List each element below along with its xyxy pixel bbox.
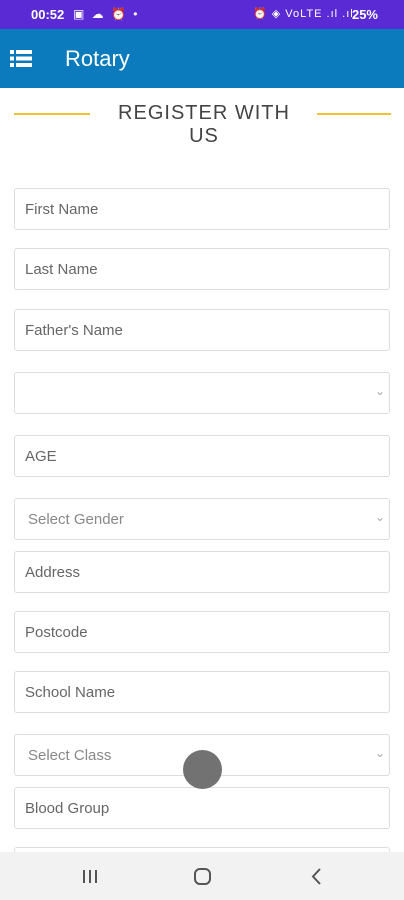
postcode-input[interactable] [14, 611, 390, 653]
gender-select[interactable]: Select Gender ⌄ [14, 498, 390, 540]
header-divider-left [14, 113, 90, 115]
chevron-down-icon: ⌄ [374, 384, 385, 398]
address-input[interactable] [14, 551, 390, 593]
notification-icons: ▣ ☁ ⏰ • [73, 7, 140, 21]
home-icon[interactable] [183, 864, 223, 888]
register-title: REGISTER WITH US [118, 102, 290, 147]
school-name-input[interactable] [14, 671, 390, 713]
first-name-input[interactable] [14, 188, 390, 230]
status-time: 00:52 [31, 7, 65, 22]
back-icon[interactable] [296, 864, 336, 888]
touch-indicator [183, 750, 222, 789]
chevron-down-icon: ⌄ [374, 746, 385, 760]
system-nav-bar [0, 852, 404, 900]
chevron-down-icon: ⌄ [374, 510, 385, 524]
fathers-name-input[interactable] [14, 309, 390, 351]
register-header: REGISTER WITH US [0, 98, 404, 147]
gender-select-value: Select Gender [28, 511, 124, 528]
unlabeled-select[interactable]: ⌄ [14, 372, 390, 414]
recents-icon[interactable] [70, 864, 110, 888]
app-bar: Rotary [0, 29, 404, 88]
list-menu-icon[interactable] [10, 50, 32, 67]
header-divider-right [317, 113, 391, 115]
class-select-value: Select Class [28, 747, 112, 764]
status-bar: 00:52 ▣ ☁ ⏰ • ⏰ ◈ VoLTE .ıl .ıl 25% [0, 0, 404, 29]
last-name-input[interactable] [14, 248, 390, 290]
system-status-icons: ⏰ ◈ VoLTE .ıl .ıl [253, 8, 354, 20]
age-input[interactable] [14, 435, 390, 477]
battery-level: 25% [351, 7, 378, 22]
app-title: Rotary [65, 46, 130, 71]
blood-group-input[interactable] [14, 787, 390, 829]
